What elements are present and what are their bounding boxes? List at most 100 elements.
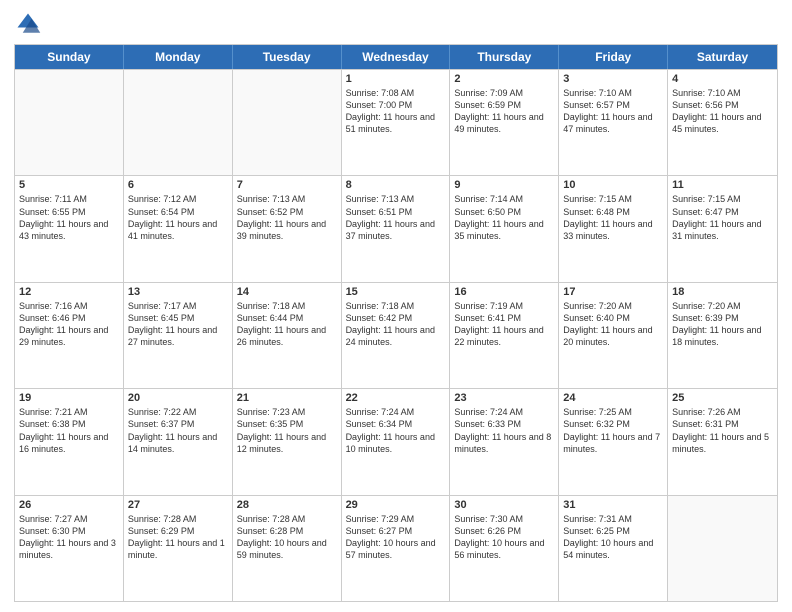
cell-details: Sunrise: 7:24 AM Sunset: 6:34 PM Dayligh… [346, 406, 446, 455]
calendar-cell: 15Sunrise: 7:18 AM Sunset: 6:42 PM Dayli… [342, 283, 451, 388]
cell-details: Sunrise: 7:22 AM Sunset: 6:37 PM Dayligh… [128, 406, 228, 455]
calendar-row-2: 12 Sunrise: 7:16 AM Sunset: 6:46 PM Dayli… [15, 282, 777, 388]
cell-details: Sunrise: 7:31 AM Sunset: 6:25 PM Dayligh… [563, 513, 663, 562]
cell-details: Sunrise: 7:20 AM Sunset: 6:39 PM Dayligh… [672, 300, 773, 349]
cell-details: Sunrise: 7:23 AM Sunset: 6:35 PM Dayligh… [237, 406, 337, 455]
day-number: 13 [128, 286, 228, 298]
day-number: 9 [454, 179, 554, 191]
logo [14, 10, 46, 38]
day-number: 23 [454, 392, 554, 404]
cell-details: Sunrise: 7:17 AM Sunset: 6:45 PM Dayligh… [128, 300, 228, 349]
cell-details: Sunrise: 7:15 AM Sunset: 6:47 PM Dayligh… [672, 193, 773, 242]
day-number: 17 [563, 286, 663, 298]
day-number: 11 [672, 179, 773, 191]
cell-details: Sunrise: 7:30 AM Sunset: 6:26 PM Dayligh… [454, 513, 554, 562]
cell-details: Sunrise: 7:08 AM Sunset: 7:00 PM Dayligh… [346, 87, 446, 136]
day-number: 3 [563, 73, 663, 85]
calendar-cell: 8Sunrise: 7:13 AM Sunset: 6:51 PM Daylig… [342, 176, 451, 281]
calendar-cell: 19 Sunrise: 7:21 AM Sunset: 6:38 PM Dayli… [15, 389, 124, 494]
day-number: 31 [563, 499, 663, 511]
calendar-header: SundayMondayTuesdayWednesdayThursdayFrid… [15, 45, 777, 69]
day-number: 5 [19, 179, 119, 191]
page-header [14, 10, 778, 38]
day-number: 19 [19, 392, 119, 404]
day-number: 29 [346, 499, 446, 511]
calendar-cell: 4 Sunrise: 7:10 AM Sunset: 6:56 PM Daylig… [668, 70, 777, 175]
logo-icon [14, 10, 42, 38]
day-number: 27 [128, 499, 228, 511]
day-number: 21 [237, 392, 337, 404]
calendar-cell: 24Sunrise: 7:25 AM Sunset: 6:32 PM Dayli… [559, 389, 668, 494]
day-number: 10 [563, 179, 663, 191]
calendar-cell: 5 Sunrise: 7:11 AM Sunset: 6:55 PM Daylig… [15, 176, 124, 281]
cell-details: Sunrise: 7:12 AM Sunset: 6:54 PM Dayligh… [128, 193, 228, 242]
header-day-tuesday: Tuesday [233, 45, 342, 69]
day-number: 14 [237, 286, 337, 298]
calendar-cell: 22 Sunrise: 7:24 AM Sunset: 6:34 PM Dayli… [342, 389, 451, 494]
cell-details: Sunrise: 7:24 AM Sunset: 6:33 PM Dayligh… [454, 406, 554, 455]
day-number: 20 [128, 392, 228, 404]
cell-details: Sunrise: 7:20 AM Sunset: 6:40 PM Dayligh… [563, 300, 663, 349]
calendar-cell [668, 496, 777, 601]
header-day-wednesday: Wednesday [342, 45, 451, 69]
cell-details: Sunrise: 7:18 AM Sunset: 6:44 PM Dayligh… [237, 300, 337, 349]
day-number: 16 [454, 286, 554, 298]
header-day-monday: Monday [124, 45, 233, 69]
cell-details: Sunrise: 7:16 AM Sunset: 6:46 PM Dayligh… [19, 300, 119, 349]
header-day-thursday: Thursday [450, 45, 559, 69]
cell-details: Sunrise: 7:10 AM Sunset: 6:56 PM Dayligh… [672, 87, 773, 136]
day-number: 25 [672, 392, 773, 404]
calendar-cell: 6 Sunrise: 7:12 AM Sunset: 6:54 PM Daylig… [124, 176, 233, 281]
header-day-sunday: Sunday [15, 45, 124, 69]
calendar-row-3: 19 Sunrise: 7:21 AM Sunset: 6:38 PM Dayli… [15, 388, 777, 494]
calendar-cell: 12 Sunrise: 7:16 AM Sunset: 6:46 PM Dayli… [15, 283, 124, 388]
day-number: 28 [237, 499, 337, 511]
day-number: 6 [128, 179, 228, 191]
header-day-saturday: Saturday [668, 45, 777, 69]
calendar-cell: 1 Sunrise: 7:08 AM Sunset: 7:00 PM Daylig… [342, 70, 451, 175]
cell-details: Sunrise: 7:27 AM Sunset: 6:30 PM Dayligh… [19, 513, 119, 562]
cell-details: Sunrise: 7:25 AM Sunset: 6:32 PM Dayligh… [563, 406, 663, 455]
cell-details: Sunrise: 7:09 AM Sunset: 6:59 PM Dayligh… [454, 87, 554, 136]
calendar-cell: 17 Sunrise: 7:20 AM Sunset: 6:40 PM Dayli… [559, 283, 668, 388]
calendar-cell: 27Sunrise: 7:28 AM Sunset: 6:29 PM Dayli… [124, 496, 233, 601]
calendar-cell: 23 Sunrise: 7:24 AM Sunset: 6:33 PM Dayli… [450, 389, 559, 494]
calendar-cell [124, 70, 233, 175]
calendar-cell: 29Sunrise: 7:29 AM Sunset: 6:27 PM Dayli… [342, 496, 451, 601]
calendar: SundayMondayTuesdayWednesdayThursdayFrid… [14, 44, 778, 602]
cell-details: Sunrise: 7:11 AM Sunset: 6:55 PM Dayligh… [19, 193, 119, 242]
calendar-cell: 14 Sunrise: 7:18 AM Sunset: 6:44 PM Dayli… [233, 283, 342, 388]
calendar-body: 1 Sunrise: 7:08 AM Sunset: 7:00 PM Daylig… [15, 69, 777, 601]
calendar-cell: 31 Sunrise: 7:31 AM Sunset: 6:25 PM Dayli… [559, 496, 668, 601]
cell-details: Sunrise: 7:28 AM Sunset: 6:28 PM Dayligh… [237, 513, 337, 562]
calendar-cell: 21 Sunrise: 7:23 AM Sunset: 6:35 PM Dayli… [233, 389, 342, 494]
cell-details: Sunrise: 7:13 AM Sunset: 6:52 PM Dayligh… [237, 193, 337, 242]
calendar-cell: 25Sunrise: 7:26 AM Sunset: 6:31 PM Dayli… [668, 389, 777, 494]
calendar-cell: 18 Sunrise: 7:20 AM Sunset: 6:39 PM Dayli… [668, 283, 777, 388]
day-number: 2 [454, 73, 554, 85]
calendar-cell: 26 Sunrise: 7:27 AM Sunset: 6:30 PM Dayli… [15, 496, 124, 601]
day-number: 12 [19, 286, 119, 298]
day-number: 22 [346, 392, 446, 404]
day-number: 30 [454, 499, 554, 511]
day-number: 18 [672, 286, 773, 298]
day-number: 7 [237, 179, 337, 191]
calendar-cell [233, 70, 342, 175]
cell-details: Sunrise: 7:14 AM Sunset: 6:50 PM Dayligh… [454, 193, 554, 242]
calendar-cell: 11 Sunrise: 7:15 AM Sunset: 6:47 PM Dayli… [668, 176, 777, 281]
day-number: 1 [346, 73, 446, 85]
header-day-friday: Friday [559, 45, 668, 69]
calendar-cell: 7 Sunrise: 7:13 AM Sunset: 6:52 PM Daylig… [233, 176, 342, 281]
day-number: 26 [19, 499, 119, 511]
calendar-row-1: 5 Sunrise: 7:11 AM Sunset: 6:55 PM Daylig… [15, 175, 777, 281]
day-number: 15 [346, 286, 446, 298]
calendar-cell [15, 70, 124, 175]
calendar-row-4: 26 Sunrise: 7:27 AM Sunset: 6:30 PM Dayli… [15, 495, 777, 601]
calendar-cell: 10 Sunrise: 7:15 AM Sunset: 6:48 PM Dayli… [559, 176, 668, 281]
day-number: 4 [672, 73, 773, 85]
calendar-cell: 2 Sunrise: 7:09 AM Sunset: 6:59 PM Daylig… [450, 70, 559, 175]
calendar-cell: 30 Sunrise: 7:30 AM Sunset: 6:26 PM Dayli… [450, 496, 559, 601]
cell-details: Sunrise: 7:21 AM Sunset: 6:38 PM Dayligh… [19, 406, 119, 455]
cell-details: Sunrise: 7:15 AM Sunset: 6:48 PM Dayligh… [563, 193, 663, 242]
cell-details: Sunrise: 7:10 AM Sunset: 6:57 PM Dayligh… [563, 87, 663, 136]
